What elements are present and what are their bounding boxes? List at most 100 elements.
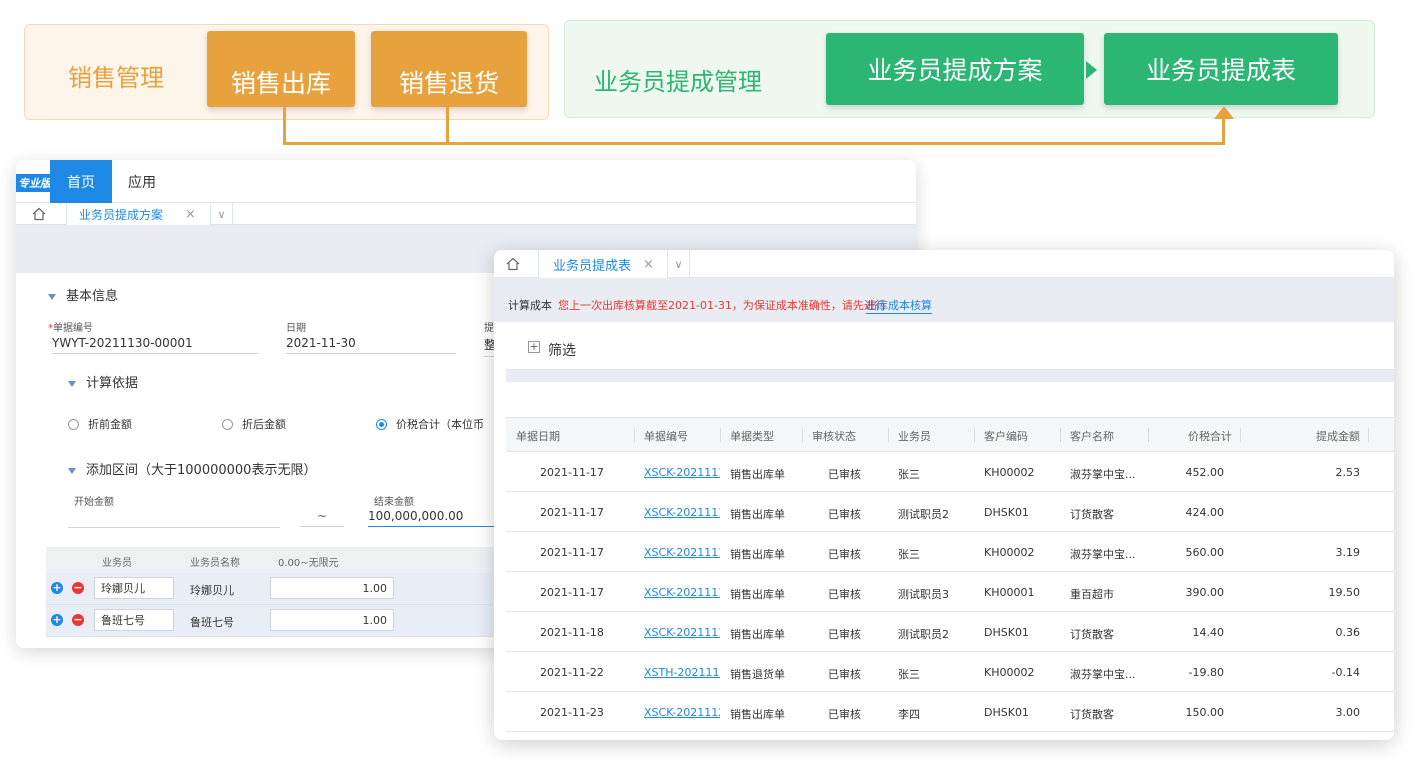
add-row-icon[interactable]: + — [51, 614, 63, 626]
document-tab-strip: 业务员提成表 × ∨ — [494, 250, 1394, 278]
chevron-down-icon[interactable]: ∨ — [668, 250, 690, 278]
rate-input[interactable]: 1.00 — [270, 577, 394, 599]
table-row[interactable]: 2021-11-23 XSCK-20211123 销售出库单 已审核 李四 DHSK01 订… — [506, 692, 1394, 732]
sales-return-button[interactable]: 销售退货 — [371, 31, 527, 107]
cell-code-link[interactable]: XSCK-20211117 — [644, 546, 720, 559]
tab-commission-table[interactable]: 业务员提成表 × — [538, 250, 668, 278]
col-staff[interactable]: 业务员 — [898, 428, 931, 444]
cell-status: 已审核 — [828, 628, 861, 641]
cell-staff: 测试职员2 — [898, 508, 949, 521]
cell-code-link[interactable]: XSCK-20211118 — [644, 626, 720, 639]
connector-line-horizontal — [283, 142, 1225, 145]
end-amount-field[interactable]: 100,000,000.00 — [368, 509, 508, 527]
close-icon[interactable]: × — [185, 207, 196, 222]
salesman-grid-row: + − 玲娜贝儿 玲娜贝儿 1.00 — [46, 573, 526, 605]
col-date[interactable]: 单据日期 — [516, 428, 560, 444]
cell-staff: 测试职员2 — [898, 628, 949, 641]
tab-home[interactable]: 首页 — [50, 160, 112, 203]
connector-line-outbound — [283, 107, 286, 145]
table-row[interactable]: 2021-11-22 XSTH-20211122 销售退货单 已审核 张三 KH00002… — [506, 652, 1394, 692]
cell-cust-code: DHSK01 — [984, 506, 1029, 519]
cell-staff: 张三 — [898, 468, 920, 481]
section-basic-info[interactable]: 基本信息 — [48, 285, 118, 304]
filter-label[interactable]: 筛选 — [548, 340, 576, 360]
section-calc-basis[interactable]: 计算依据 — [68, 372, 138, 391]
table-row[interactable]: 2021-11-17 XSCK-20211117 销售出库单 已审核 张三 KH00002… — [506, 452, 1394, 492]
cell-status: 已审核 — [828, 588, 861, 601]
col-type[interactable]: 单据类型 — [730, 428, 774, 444]
add-row-icon[interactable]: + — [51, 582, 63, 594]
tab-commission-table-label: 业务员提成表 — [553, 258, 632, 274]
tab-app[interactable]: 应用 — [128, 160, 156, 203]
cell-date: 2021-11-22 — [540, 666, 604, 679]
notice-message: 您上一次出库核算截至2021-01-31，为保证成本准确性，请先进行 — [558, 299, 886, 312]
home-icon[interactable] — [32, 207, 46, 221]
date-field[interactable]: 2021-11-30 — [286, 336, 456, 354]
cell-staff: 张三 — [898, 548, 920, 561]
table-row[interactable]: 2021-11-18 XSCK-20211118 销售出库单 已审核 测试职员2 DHSK… — [506, 612, 1394, 652]
close-icon[interactable]: × — [643, 257, 654, 272]
cell-cust-code: KH00002 — [984, 666, 1035, 679]
document-tab-strip: 业务员提成方案 × ∨ — [16, 203, 916, 225]
cell-status: 已审核 — [828, 548, 861, 561]
radio-pre-discount[interactable]: 折前金额 — [68, 416, 132, 432]
cell-date: 2021-11-17 — [540, 546, 604, 559]
table-row[interactable]: 2021-11-17 XSCK-20211117 销售出库单 已审核 张三 KH00002… — [506, 532, 1394, 572]
radio-circle-icon — [68, 418, 79, 430]
col-cust-name[interactable]: 客户名称 — [1070, 428, 1114, 444]
cell-date: 2021-11-23 — [540, 706, 604, 719]
sales-outbound-button[interactable]: 销售出库 — [207, 31, 355, 107]
home-icon[interactable] — [506, 257, 520, 271]
chevron-down-icon[interactable]: ∨ — [211, 203, 233, 225]
extra-label: 提 — [484, 323, 494, 334]
section-add-range[interactable]: 添加区间（大于100000000表示无限） — [68, 459, 316, 478]
expand-plus-icon[interactable]: + — [528, 341, 540, 353]
col-total[interactable]: 价税合计 — [1188, 428, 1232, 444]
cell-code-link[interactable]: XSCK-20211117 — [644, 586, 720, 599]
cell-cust-name: 重百超市 — [1070, 588, 1114, 601]
col-commission[interactable]: 提成金额 — [1316, 428, 1360, 444]
app-top-bar: 专业版 首页 应用 — [16, 160, 916, 203]
connector-arrow-up-icon — [1214, 106, 1234, 119]
radio-post-discount[interactable]: 折后金额 — [222, 416, 286, 432]
radio-tax-total[interactable]: 价税合计（本位币 — [376, 416, 484, 432]
cell-code-link[interactable]: XSCK-20211117 — [644, 466, 720, 479]
radio-checked-icon — [376, 418, 387, 430]
sales-management-title: 销售管理 — [68, 64, 164, 92]
code-field[interactable]: YWYT-20211130-00001 — [52, 336, 258, 354]
outbound-cost-link[interactable]: 出库成本核算 — [866, 297, 932, 314]
commission-plan-button[interactable]: 业务员提成方案 — [826, 33, 1084, 105]
range-tilde: ~ — [300, 509, 344, 527]
commission-table-button[interactable]: 业务员提成表 — [1104, 33, 1338, 105]
cell-commission: 3.19 — [1335, 546, 1361, 559]
cell-code-link[interactable]: XSTH-20211122 — [644, 666, 720, 679]
cell-type: 销售出库单 — [730, 708, 785, 721]
cell-type: 销售退货单 — [730, 668, 785, 681]
col-status[interactable]: 审核状态 — [812, 428, 856, 444]
salesman-code-input[interactable]: 玲娜贝儿 — [94, 577, 174, 599]
salesman-name: 玲娜贝儿 — [190, 584, 234, 597]
cell-code-link[interactable]: XSCK-20211123 — [644, 706, 720, 719]
cell-total: 150.00 — [1185, 706, 1225, 719]
tab-commission-plan[interactable]: 业务员提成方案 × — [66, 203, 211, 225]
remove-row-icon[interactable]: − — [72, 614, 84, 626]
cell-code-link[interactable]: XSCK-20211117 — [644, 506, 720, 519]
table-row[interactable]: 2021-11-17 XSCK-20211117 销售出库单 已审核 测试职员2 DHSK… — [506, 492, 1394, 532]
salesman-code-input[interactable]: 鲁班七号 — [94, 609, 174, 631]
collapse-triangle-icon — [48, 293, 56, 300]
cell-commission: 3.00 — [1335, 706, 1361, 719]
col-cust-code[interactable]: 客户编码 — [984, 428, 1028, 444]
cell-commission: 19.50 — [1328, 586, 1361, 599]
table-row[interactable]: 2021-11-17 XSCK-20211117 销售出库单 已审核 测试职员3 KH00… — [506, 572, 1394, 612]
col-code[interactable]: 单据编号 — [644, 428, 688, 444]
cell-cust-code: KH00002 — [984, 546, 1035, 559]
cell-type: 销售出库单 — [730, 588, 785, 601]
cell-status: 已审核 — [828, 668, 861, 681]
filter-bar[interactable]: + 筛选 — [506, 322, 1394, 370]
remove-row-icon[interactable]: − — [72, 582, 84, 594]
commission-table-header: 单据日期 单据编号 单据类型 审核状态 业务员 客户编码 客户名称 价税合计 提… — [506, 418, 1394, 452]
rate-input[interactable]: 1.00 — [270, 609, 394, 631]
cell-staff: 张三 — [898, 668, 920, 681]
cell-cust-code: KH00002 — [984, 466, 1035, 479]
start-amount-field[interactable] — [68, 510, 280, 528]
